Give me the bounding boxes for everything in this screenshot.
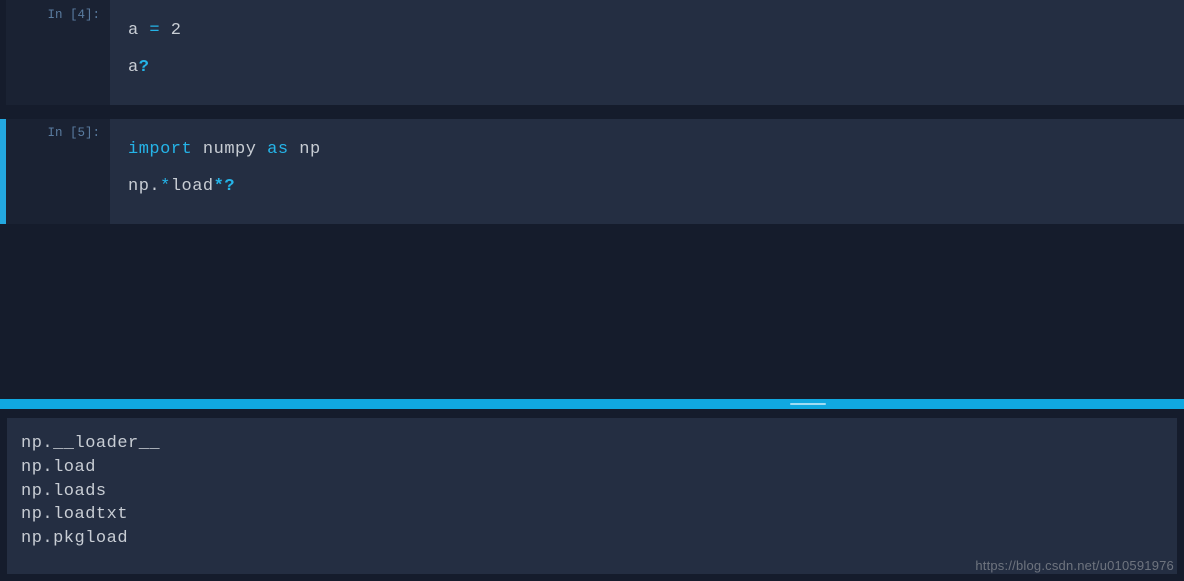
output-line: np.load bbox=[21, 456, 1163, 480]
code-token: *? bbox=[214, 177, 235, 196]
output-line: np.pkgload bbox=[21, 527, 1163, 551]
code-token: load bbox=[171, 177, 214, 196]
code-token: a bbox=[128, 21, 149, 40]
notebook-area: In [4]: a = 2 a? In [5]: import numpy as… bbox=[0, 0, 1184, 224]
drag-handle-icon[interactable] bbox=[790, 403, 826, 405]
code-editor[interactable]: import numpy as np np.*load*? bbox=[110, 119, 1184, 224]
code-token: as bbox=[267, 140, 288, 159]
code-line[interactable]: import numpy as np bbox=[128, 131, 1166, 168]
code-token: numpy bbox=[192, 140, 267, 159]
code-token: * bbox=[160, 177, 171, 196]
code-token: = bbox=[149, 21, 160, 40]
code-cell[interactable]: In [4]: a = 2 a? bbox=[0, 0, 1184, 105]
output-line: np.loadtxt bbox=[21, 503, 1163, 527]
output-panel[interactable]: np.__loader__ np.load np.loads np.loadtx… bbox=[7, 418, 1177, 574]
code-cell[interactable]: In [5]: import numpy as np np.*load*? bbox=[0, 119, 1184, 224]
watermark-text: https://blog.csdn.net/u010591976 bbox=[975, 558, 1174, 573]
code-editor[interactable]: a = 2 a? bbox=[110, 0, 1184, 105]
code-token: import bbox=[128, 140, 192, 159]
pane-divider[interactable] bbox=[0, 399, 1184, 409]
code-token: np bbox=[289, 140, 321, 159]
output-line: np.loads bbox=[21, 480, 1163, 504]
code-token: 2 bbox=[160, 21, 181, 40]
code-token: np. bbox=[128, 177, 160, 196]
input-prompt: In [4]: bbox=[6, 0, 110, 105]
code-line[interactable]: a? bbox=[128, 49, 1166, 86]
code-line[interactable]: a = 2 bbox=[128, 12, 1166, 49]
output-line: np.__loader__ bbox=[21, 432, 1163, 456]
code-token: ? bbox=[139, 58, 150, 77]
code-token: a bbox=[128, 58, 139, 77]
input-prompt: In [5]: bbox=[6, 119, 110, 224]
code-line[interactable]: np.*load*? bbox=[128, 168, 1166, 205]
